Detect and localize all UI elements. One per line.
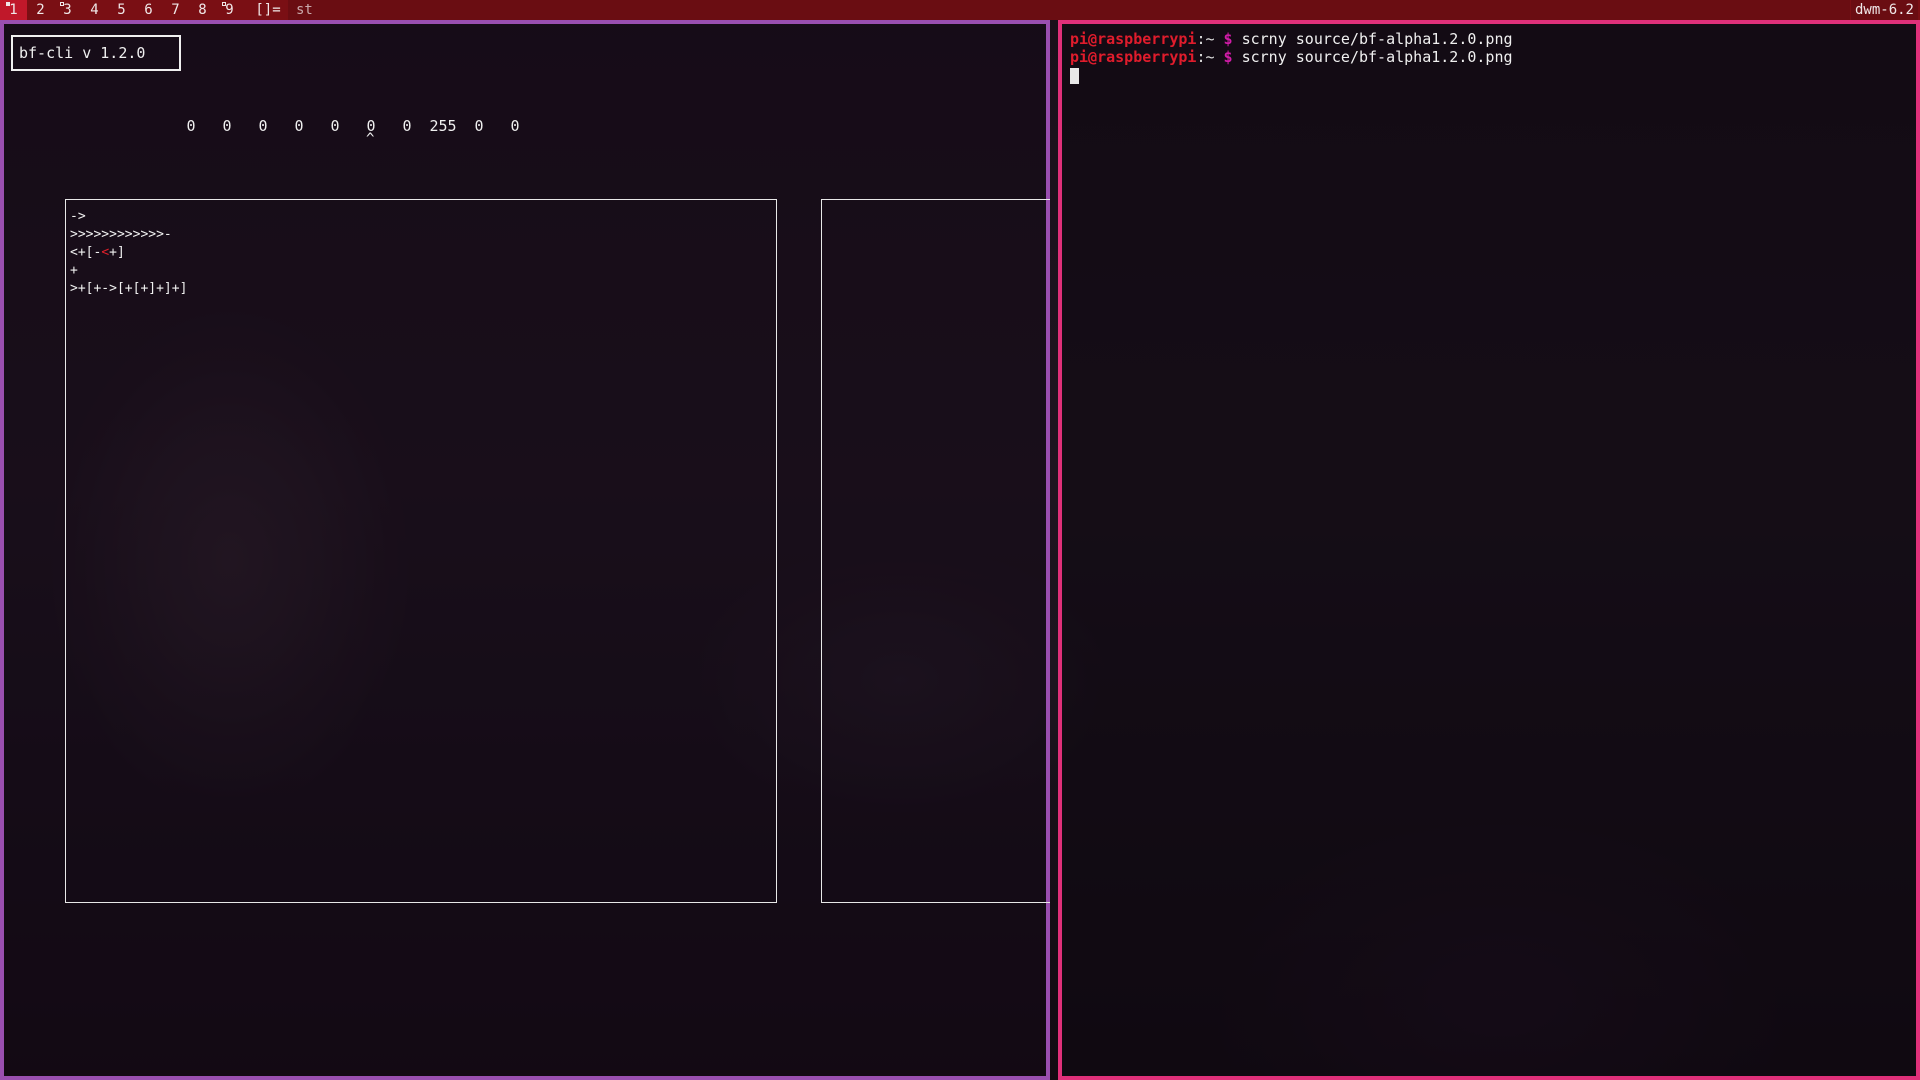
tag-4[interactable]: 4 xyxy=(81,0,108,20)
occupied-indicator-icon xyxy=(60,2,64,6)
prompt-user: pi@raspberrypi xyxy=(1070,48,1197,66)
memory-cell: 0 xyxy=(402,117,412,135)
tag-label: 2 xyxy=(36,2,45,18)
code-line: -> xyxy=(70,208,772,226)
tag-3[interactable]: 3 xyxy=(54,0,81,20)
tag-8[interactable]: 8 xyxy=(189,0,216,20)
tag-label: 5 xyxy=(117,2,126,18)
terminal-window[interactable]: pi@raspberrypi:~ $ scrny source/bf-alpha… xyxy=(1058,20,1920,1080)
terminal-line: pi@raspberrypi:~ $ scrny source/bf-alpha… xyxy=(1070,48,1513,66)
tag-1[interactable]: 1 xyxy=(0,0,27,20)
bf-cli-window[interactable]: bf-cli v 1.2.0 0 0 0 0 0 0 0 255 0 0 ^ -> >>>>>>>>>… xyxy=(0,20,1050,1080)
tag-label: 7 xyxy=(171,2,180,18)
terminal-output: pi@raspberrypi:~ $ scrny source/bf-alpha… xyxy=(1070,30,1513,84)
code-text: +] xyxy=(109,245,125,260)
cursor-icon xyxy=(1070,67,1079,84)
memory-cell: 0 xyxy=(222,117,232,135)
layout-indicator[interactable]: []= xyxy=(248,0,288,20)
memory-cell: 255 xyxy=(429,117,457,135)
version-label: bf-cli v 1.2.0 xyxy=(11,35,181,71)
tag-7[interactable]: 7 xyxy=(162,0,189,20)
code-text: >>>>>>>>>>>>- xyxy=(70,227,172,242)
command-text: scrny source/bf-alpha1.2.0.png xyxy=(1241,48,1513,66)
pointer-caret: ^ xyxy=(366,131,375,147)
status-text: dwm-6.2 xyxy=(1850,0,1918,20)
memory-cell: 0 xyxy=(186,117,196,135)
memory-cell: 0 xyxy=(474,117,484,135)
code-panel[interactable]: -> >>>>>>>>>>>>- <+[-<+] + >+[+->[+[+]+]+] xyxy=(65,199,777,903)
memory-cell: 0 xyxy=(510,117,520,135)
tag-label: 8 xyxy=(198,2,207,18)
prompt-symbol: $ xyxy=(1214,30,1242,48)
terminal-input-line[interactable] xyxy=(1070,66,1513,84)
occupied-indicator-icon xyxy=(6,2,10,6)
code-text: + xyxy=(70,263,78,278)
code-line: >+[+->[+[+]+]+] xyxy=(70,280,772,298)
tag-2[interactable]: 2 xyxy=(27,0,54,20)
prompt-symbol: $ xyxy=(1214,48,1242,66)
code-line: + xyxy=(70,262,772,280)
current-instruction: < xyxy=(101,245,110,260)
code-line: >>>>>>>>>>>>- xyxy=(70,226,772,244)
command-text: scrny source/bf-alpha1.2.0.png xyxy=(1241,30,1513,48)
terminal-line: pi@raspberrypi:~ $ scrny source/bf-alpha… xyxy=(1070,30,1513,48)
prompt-path: :~ xyxy=(1196,48,1215,66)
tag-5[interactable]: 5 xyxy=(108,0,135,20)
memory-cell: 0 xyxy=(294,117,304,135)
memory-cell: 0 xyxy=(258,117,268,135)
tag-list: 1 2 3 4 5 6 7 8 9 xyxy=(0,0,243,20)
output-panel xyxy=(821,199,1050,903)
tag-label: 9 xyxy=(225,2,234,18)
code-text: >+[+->[+[+]+]+] xyxy=(70,281,188,296)
tag-9[interactable]: 9 xyxy=(216,0,243,20)
window-title: st xyxy=(288,0,1850,20)
tag-6[interactable]: 6 xyxy=(135,0,162,20)
tag-label: 4 xyxy=(90,2,99,18)
tag-label: 6 xyxy=(144,2,153,18)
prompt-user: pi@raspberrypi xyxy=(1070,30,1197,48)
prompt-path: :~ xyxy=(1196,30,1215,48)
memory-cell: 0 xyxy=(330,117,340,135)
code-text: -> xyxy=(70,209,86,224)
code-text: <+[- xyxy=(70,245,102,260)
code-line: <+[-<+] xyxy=(70,244,772,262)
status-bar: 1 2 3 4 5 6 7 8 9 []= st dwm-6.2 xyxy=(0,0,1920,20)
tag-label: 3 xyxy=(63,2,72,18)
tag-label: 1 xyxy=(9,2,18,18)
occupied-indicator-icon xyxy=(222,2,226,6)
